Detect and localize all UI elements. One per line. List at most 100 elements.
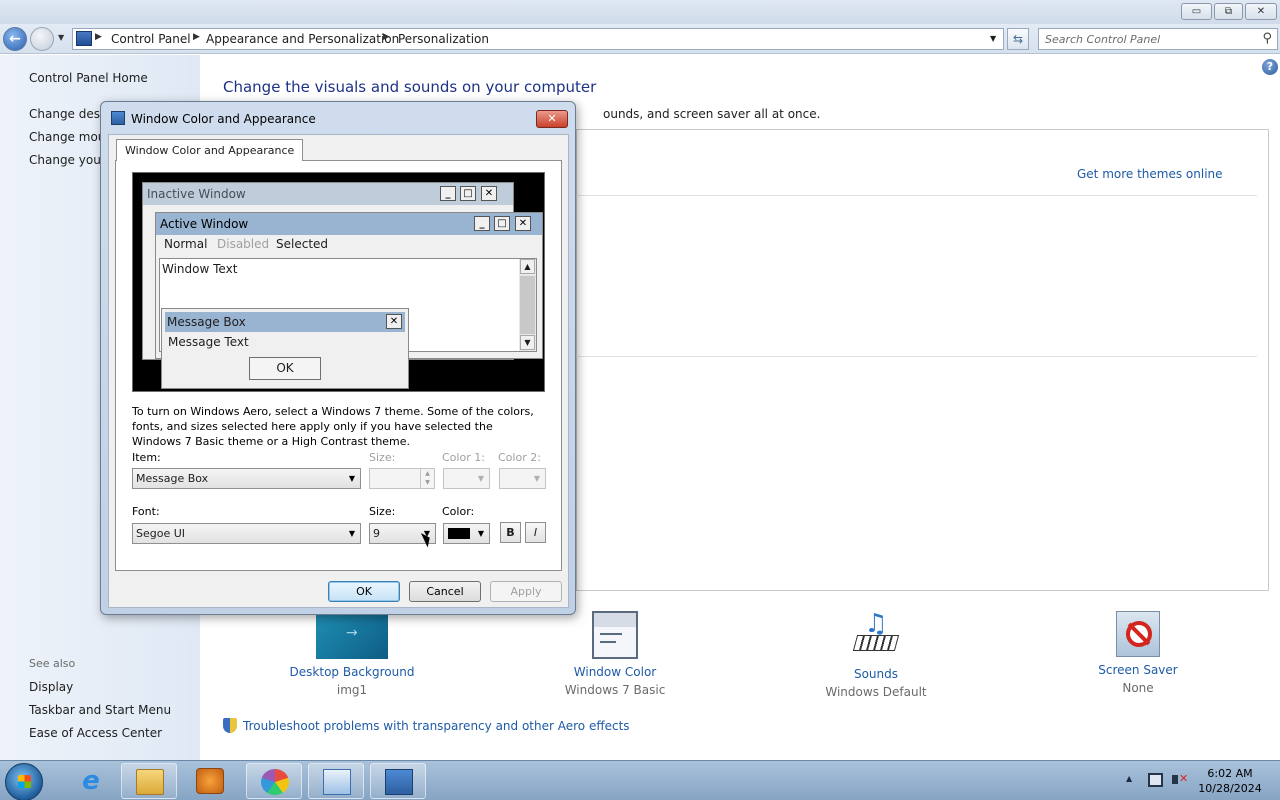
volume-muted-icon[interactable]: ✕ bbox=[1172, 772, 1188, 788]
window-color-icon bbox=[385, 769, 413, 795]
apply-button[interactable]: Apply bbox=[490, 581, 562, 602]
ease-of-access-link[interactable]: Ease of Access Center bbox=[29, 726, 162, 740]
desktop-background-icon: → bbox=[316, 611, 388, 659]
theme-divider bbox=[576, 356, 1257, 357]
dialog-close-button[interactable]: ✕ bbox=[536, 110, 568, 128]
internet-explorer-icon: e bbox=[82, 766, 100, 796]
control-panel-home-link[interactable]: Control Panel Home bbox=[29, 71, 148, 85]
tile-value: Windows 7 Basic bbox=[564, 683, 666, 697]
font-color-label: Color: bbox=[442, 505, 475, 518]
help-icon[interactable]: ? bbox=[1262, 59, 1278, 75]
troubleshoot-link[interactable]: Troubleshoot problems with transparency … bbox=[223, 718, 630, 733]
address-dropdown-icon[interactable]: ▼ bbox=[990, 34, 996, 43]
search-icon[interactable]: ⚲ bbox=[1262, 31, 1272, 46]
tab-panel: Inactive Window _ □ ✕ Active Window _ □ … bbox=[115, 160, 562, 571]
taskbar-media-player[interactable] bbox=[182, 763, 238, 799]
recent-pages-dropdown-icon[interactable]: ▼ bbox=[58, 33, 64, 42]
window-text: Window Text bbox=[162, 262, 238, 276]
system-clock[interactable]: 6:02 AM 10/28/2024 bbox=[1190, 766, 1270, 796]
get-more-themes-link[interactable]: Get more themes online bbox=[1077, 167, 1223, 181]
display-link[interactable]: Display bbox=[29, 680, 73, 694]
item-select[interactable]: Message Box ▼ bbox=[132, 468, 361, 489]
breadcrumb-separator-icon: ▶ bbox=[193, 32, 200, 42]
restore-button[interactable]: ⧉ bbox=[1214, 3, 1243, 20]
search-input[interactable] bbox=[1039, 29, 1249, 49]
media-player-icon bbox=[196, 768, 224, 794]
tile-label[interactable]: Window Color bbox=[540, 665, 690, 679]
desktop-background-tile[interactable]: → Desktop Background img1 bbox=[277, 611, 427, 697]
aero-info-text: To turn on Windows Aero, select a Window… bbox=[132, 405, 534, 448]
tile-label[interactable]: Desktop Background bbox=[277, 665, 427, 679]
breadcrumb[interactable]: ▶ Control Panel ▶ Appearance and Persona… bbox=[72, 28, 1004, 50]
font-label: Font: bbox=[132, 505, 160, 518]
refresh-button[interactable]: ⇆ bbox=[1007, 28, 1029, 50]
chevron-down-icon: ▼ bbox=[477, 474, 484, 483]
address-bar: ← ▼ ▶ Control Panel ▶ Appearance and Per… bbox=[0, 24, 1280, 54]
taskbar-window-color[interactable] bbox=[370, 763, 426, 799]
search-box[interactable]: ⚲ bbox=[1038, 28, 1278, 50]
breadcrumb-personalization[interactable]: Personalization bbox=[398, 32, 489, 46]
bold-button[interactable]: B bbox=[500, 522, 521, 543]
back-button[interactable]: ← bbox=[3, 27, 27, 51]
menu-normal: Normal bbox=[164, 237, 208, 251]
color1-picker[interactable]: ▼ bbox=[443, 468, 490, 489]
menu-disabled: Disabled bbox=[217, 237, 270, 251]
screen-saver-icon bbox=[1116, 611, 1160, 657]
dialog-body: Window Color and Appearance Inactive Win… bbox=[108, 134, 569, 608]
troubleshoot-label[interactable]: Troubleshoot problems with transparency … bbox=[243, 719, 630, 733]
page-description: ounds, and screen saver all at once. bbox=[603, 107, 821, 121]
chevron-down-icon: ▼ bbox=[533, 474, 540, 483]
scroll-down-icon: ▼ bbox=[520, 335, 535, 350]
close-icon: ✕ bbox=[386, 314, 402, 329]
item-label: Item: bbox=[132, 451, 161, 464]
ok-button[interactable]: OK bbox=[328, 581, 400, 602]
minimize-icon: _ bbox=[474, 216, 490, 231]
breadcrumb-control-panel[interactable]: Control Panel bbox=[111, 32, 191, 46]
theme-list[interactable] bbox=[576, 129, 1269, 591]
font-color-swatch bbox=[448, 528, 470, 539]
color2-label: Color 2: bbox=[498, 451, 541, 464]
chevron-down-icon: ▼ bbox=[348, 474, 355, 483]
font-color-picker[interactable]: ▼ bbox=[443, 523, 490, 544]
item-select-value: Message Box bbox=[136, 472, 209, 485]
network-icon[interactable] bbox=[1148, 773, 1163, 787]
start-button[interactable] bbox=[5, 763, 43, 800]
tile-label[interactable]: Screen Saver bbox=[1063, 663, 1213, 677]
taskbar-windows-explorer[interactable] bbox=[121, 763, 177, 799]
minimize-button[interactable]: ▭ bbox=[1181, 3, 1212, 20]
forward-button[interactable] bbox=[30, 27, 54, 51]
window-color-dialog: Window Color and Appearance ✕ Window Col… bbox=[100, 101, 576, 615]
font-select[interactable]: Segoe UI ▼ bbox=[132, 523, 361, 544]
tab-window-color[interactable]: Window Color and Appearance bbox=[116, 139, 304, 161]
taskbar-internet-explorer[interactable]: e bbox=[63, 763, 119, 799]
appearance-preview[interactable]: Inactive Window _ □ ✕ Active Window _ □ … bbox=[132, 172, 545, 392]
taskbar-start-menu-link[interactable]: Taskbar and Start Menu bbox=[29, 703, 171, 717]
screen-saver-tile[interactable]: Screen Saver None bbox=[1063, 611, 1213, 695]
window-color-icon bbox=[592, 611, 638, 659]
message-box-preview: Message Box ✕ Message Text OK bbox=[161, 308, 409, 389]
control-panel-icon bbox=[76, 31, 92, 46]
tile-value: None bbox=[1122, 681, 1154, 695]
change-account-picture-link[interactable]: Change your bbox=[29, 153, 106, 167]
breadcrumb-appearance[interactable]: Appearance and Personalization bbox=[206, 32, 399, 46]
color2-picker[interactable]: ▼ bbox=[499, 468, 546, 489]
cancel-button[interactable]: Cancel bbox=[409, 581, 481, 602]
window-title-bar: ▭ ⧉ ✕ bbox=[0, 0, 1280, 24]
item-size-spinner[interactable]: ▲ ▼ bbox=[369, 468, 435, 489]
italic-button[interactable]: I bbox=[525, 522, 546, 543]
sounds-tile[interactable]: ♫ Sounds Windows Default bbox=[801, 611, 951, 699]
window-color-tile[interactable]: Window Color Windows 7 Basic bbox=[540, 611, 690, 697]
chevron-down-icon: ▼ bbox=[477, 529, 484, 538]
taskbar-paint[interactable] bbox=[246, 763, 302, 799]
show-hidden-icons-button[interactable]: ▲ bbox=[1126, 774, 1132, 783]
page-title: Change the visuals and sounds on your co… bbox=[223, 78, 597, 96]
clock-time: 6:02 AM bbox=[1207, 767, 1253, 780]
clock-date: 10/28/2024 bbox=[1198, 782, 1262, 795]
item-size-label: Size: bbox=[369, 451, 396, 464]
breadcrumb-separator-icon: ▶ bbox=[383, 32, 390, 42]
tile-label[interactable]: Sounds bbox=[801, 667, 951, 681]
sounds-icon: ♫ bbox=[851, 611, 901, 661]
scroll-up-icon: ▲ bbox=[520, 259, 535, 274]
taskbar-control-panel[interactable] bbox=[308, 763, 364, 799]
close-window-button[interactable]: ✕ bbox=[1245, 3, 1277, 20]
